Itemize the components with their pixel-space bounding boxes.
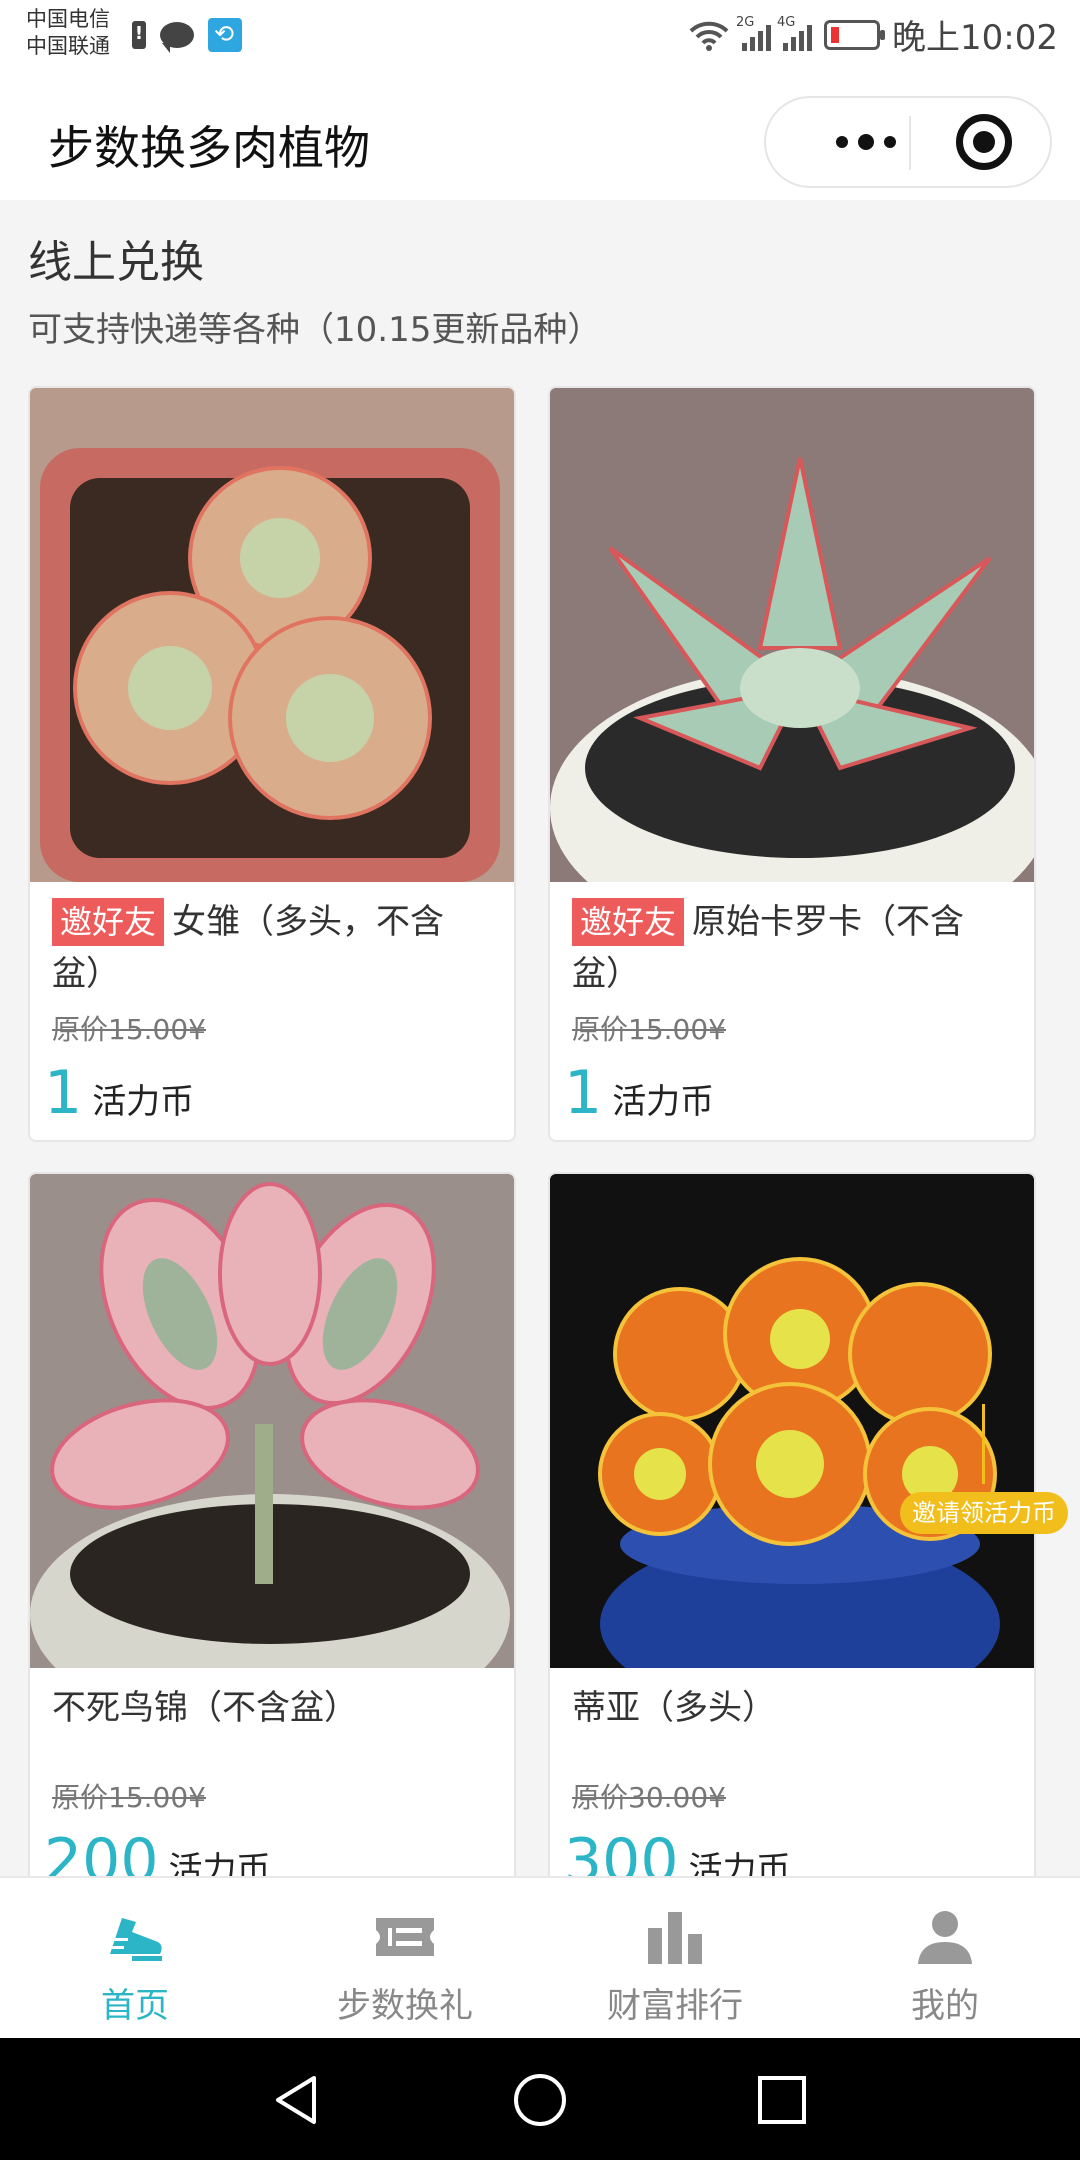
product-name-text: 蒂亚（多头）: [572, 1688, 776, 1728]
network-4g-label: 4G: [777, 14, 796, 30]
signal-2g-icon: 2G: [736, 15, 772, 51]
tab-label: 财富排行: [607, 1986, 743, 2026]
carrier-names: 中国电信 中国联通: [26, 6, 110, 60]
price-unit: 活力币: [168, 1850, 271, 1876]
mini-program-capsule: [764, 96, 1052, 188]
user-icon: [918, 1911, 972, 1964]
clock: 晚上10:02: [892, 18, 1058, 58]
bar-chart-icon: [648, 1912, 702, 1964]
tab-mine[interactable]: 我的: [810, 1878, 1080, 2038]
product-card[interactable]: 邀好友 女雏（多头，不含盆） 原价15.00¥ 1 活力币: [28, 386, 516, 1142]
product-card[interactable]: 不死鸟锦（不含盆） 原价15.00¥ 200 活力币: [28, 1172, 516, 1876]
battery-warning-icon: [132, 21, 146, 49]
original-price: 原价30.00¥: [572, 1781, 726, 1814]
product-name-text: 不死鸟锦（不含盆）: [52, 1688, 358, 1728]
notification-icons: [132, 18, 242, 53]
invite-friend-badge: 邀好友: [52, 898, 165, 946]
dot-icon: [836, 136, 848, 148]
invite-friend-badge: 邀好友: [572, 898, 685, 946]
invite-reward-button[interactable]: 邀请领活力币: [900, 1492, 1068, 1534]
target-dot-icon: [973, 131, 995, 153]
main-content[interactable]: 线上兑换 可支持快递等各种（10.15更新品种） 邀好友 女雏（多头，不含盆） 原…: [0, 200, 1080, 1876]
dot-icon: [858, 134, 874, 150]
tab-wealth-ranking[interactable]: 财富排行: [540, 1878, 810, 2038]
carrier-2: 中国联通: [26, 34, 110, 58]
app-notification-icon: [208, 18, 242, 52]
status-right: 2G 4G 晚上10:02: [688, 10, 1058, 59]
original-price: 原价15.00¥: [572, 1013, 726, 1046]
price-value: 1: [44, 1058, 83, 1128]
section-subtitle: 可支持快递等各种（10.15更新品种）: [28, 310, 602, 350]
signal-4g-icon: 4G: [777, 15, 813, 51]
shoe-icon: [110, 1918, 162, 1961]
price: 1 活力币: [564, 1058, 714, 1128]
system-navigation-bar: [0, 2038, 1080, 2160]
nav-bar: 步数换多肉植物: [0, 72, 1080, 200]
home-icon[interactable]: [512, 2072, 568, 2128]
status-bar: 中国电信 中国联通 2G 4G 晚上10:02: [0, 0, 1080, 72]
product-name: 邀好友 女雏（多头，不含盆）: [52, 896, 492, 1000]
close-mini-program-button[interactable]: [956, 114, 1012, 170]
price-value: 300: [564, 1826, 679, 1876]
succulent-photo-1: [30, 388, 514, 882]
price-value: 200: [44, 1826, 159, 1876]
back-icon[interactable]: [270, 2074, 322, 2126]
section-title: 线上兑换: [28, 237, 204, 288]
price-unit: 活力币: [92, 1082, 195, 1122]
message-icon: [160, 22, 194, 53]
wifi-icon: [689, 21, 729, 51]
price-value: 1: [564, 1058, 603, 1128]
network-2g-label: 2G: [736, 14, 755, 30]
product-name: 邀好友 原始卡罗卡（不含盆）: [572, 896, 1012, 1000]
tab-bar: 首页 步数换礼 财富排行 我的: [0, 1876, 1080, 2038]
tab-step-exchange[interactable]: 步数换礼: [270, 1878, 540, 2038]
ticket-icon: [376, 1918, 434, 1956]
tab-label: 首页: [101, 1986, 169, 2026]
price-unit: 活力币: [688, 1850, 791, 1876]
succulent-photo-2: [550, 388, 1034, 882]
page-title: 步数换多肉植物: [48, 121, 370, 175]
price-unit: 活力币: [612, 1082, 715, 1122]
battery-icon: [824, 19, 886, 50]
price: 300 活力币: [564, 1826, 791, 1876]
price: 200 活力币: [44, 1826, 271, 1876]
tab-home[interactable]: 首页: [0, 1878, 270, 2038]
original-price: 原价15.00¥: [52, 1781, 206, 1814]
dot-icon: [884, 136, 896, 148]
original-price: 原价15.00¥: [52, 1013, 206, 1046]
product-card[interactable]: 邀好友 原始卡罗卡（不含盆） 原价15.00¥ 1 活力币: [548, 386, 1036, 1142]
product-name: 不死鸟锦（不含盆）: [52, 1682, 492, 1734]
tab-label: 步数换礼: [337, 1986, 473, 2026]
recents-icon[interactable]: [756, 2074, 808, 2126]
tab-label: 我的: [911, 1986, 979, 2026]
product-name: 蒂亚（多头）: [572, 1682, 1012, 1734]
succulent-photo-4: [550, 1174, 1034, 1668]
capsule-divider: [909, 116, 911, 170]
carrier-1: 中国电信: [26, 7, 110, 31]
more-menu-button[interactable]: [806, 98, 926, 186]
invite-tag-string: [982, 1404, 985, 1484]
succulent-photo-3: [30, 1174, 514, 1668]
price: 1 活力币: [44, 1058, 194, 1128]
